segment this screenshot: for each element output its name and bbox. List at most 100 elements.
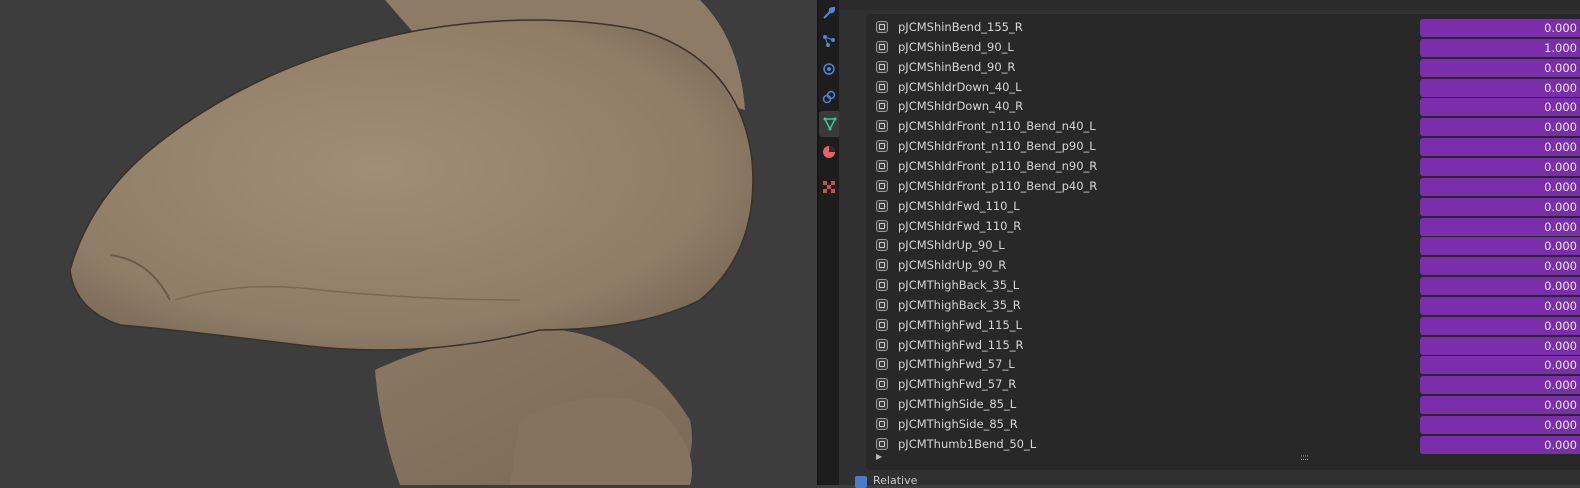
list-resize-grip[interactable]: :::: [1300, 453, 1309, 463]
shape-key-value-slider[interactable]: 0.000 [1420, 217, 1580, 236]
shape-key-value: 0.000 [1544, 358, 1577, 373]
shape-key-row[interactable]: pJCMShldrFront_n110_Bend_n40_L 0.000 [866, 117, 1580, 137]
shape-key-name: pJCMShldrFwd_110_R [898, 218, 1022, 233]
shape-key-value-slider[interactable]: 0.000 [1420, 19, 1580, 37]
3d-viewport[interactable] [0, 0, 817, 485]
shape-key-row[interactable]: pJCMShldrDown_40_R 0.000 [866, 97, 1580, 117]
shape-key-icon [876, 120, 888, 133]
shape-keys-list[interactable]: pJCMShinBend_155_R 0.000 pJCMShinBend_90_L… [866, 14, 1580, 470]
shape-key-value: 0.000 [1544, 140, 1577, 155]
shape-key-value-slider[interactable]: 0.000 [1420, 396, 1580, 415]
shape-key-value: 0.000 [1544, 179, 1577, 194]
shape-key-row[interactable]: pJCMShinBend_155_R 0.000 [866, 18, 1580, 38]
shape-key-row[interactable]: pJCMShldrFwd_110_R 0.000 [866, 217, 1580, 237]
shape-key-name: pJCMShldrUp_90_L [898, 238, 1005, 253]
shape-key-name: pJCMShinBend_90_L [898, 39, 1014, 54]
shape-key-icon [876, 318, 888, 331]
shape-key-value-slider[interactable]: 0.000 [1420, 138, 1580, 157]
shape-key-value: 0.000 [1544, 338, 1577, 353]
shape-key-row[interactable]: pJCMThighSide_85_R 0.000 [866, 415, 1580, 435]
shape-key-value-slider[interactable]: 0.000 [1420, 336, 1580, 355]
shape-key-value-slider[interactable]: 0.000 [1420, 237, 1580, 256]
shape-key-row[interactable]: pJCMThighBack_35_L 0.000 [866, 276, 1580, 296]
shape-key-name: pJCMShldrDown_40_R [898, 99, 1024, 114]
shape-key-value: 0.000 [1544, 239, 1577, 254]
shape-key-row[interactable]: pJCMThighBack_35_R 0.000 [866, 296, 1580, 316]
shape-key-value-slider[interactable]: 0.000 [1420, 435, 1580, 454]
shape-key-value: 0.000 [1544, 100, 1577, 115]
shape-key-row[interactable]: pJCMShinBend_90_L 1.000 [866, 38, 1580, 58]
shape-key-value: 0.000 [1544, 398, 1577, 413]
tab-physics[interactable] [819, 56, 839, 82]
shape-key-value-slider[interactable]: 0.000 [1420, 118, 1580, 137]
shape-key-row[interactable]: pJCMShldrFront_p110_Bend_n90_R 0.000 [866, 157, 1580, 177]
shape-key-name: pJCMShldrFront_p110_Bend_n90_R [898, 158, 1098, 173]
shape-key-name: pJCMShldrFront_n110_Bend_n40_L [898, 119, 1096, 134]
shape-key-row[interactable]: pJCMShinBend_90_R 0.000 [866, 58, 1580, 78]
tab-constraints[interactable] [819, 84, 839, 110]
shape-key-name: pJCMShldrFront_n110_Bend_p90_L [898, 139, 1096, 154]
tab-modifiers[interactable] [819, 0, 839, 26]
shape-key-value-slider[interactable]: 0.000 [1420, 78, 1580, 97]
shape-key-value-slider[interactable]: 0.000 [1420, 197, 1580, 216]
shape-key-row[interactable]: pJCMShldrUp_90_R 0.000 [866, 256, 1580, 276]
shape-key-icon [876, 179, 888, 192]
shape-key-icon [876, 219, 888, 232]
shape-key-value-slider[interactable]: 0.000 [1420, 416, 1580, 434]
shape-key-name: pJCMThighFwd_57_R [898, 377, 1017, 392]
shape-key-value-slider[interactable]: 1.000 [1420, 38, 1580, 57]
particles-icon [823, 35, 835, 47]
physics-icon [823, 63, 835, 75]
shape-key-row[interactable]: pJCMThighSide_85_L 0.000 [866, 395, 1580, 415]
shape-key-icon [876, 418, 888, 430]
shape-key-row[interactable]: pJCMThighFwd_57_R 0.000 [866, 375, 1580, 395]
shape-key-value: 0.000 [1544, 318, 1577, 333]
tab-particles[interactable] [819, 28, 839, 54]
shape-key-value-slider[interactable]: 0.000 [1420, 157, 1580, 176]
shape-key-row[interactable]: pJCMShldrFwd_110_L 0.000 [866, 197, 1580, 217]
tab-material[interactable] [819, 139, 839, 165]
shape-key-icon [876, 60, 888, 73]
shape-key-value: 0.000 [1544, 219, 1577, 234]
shape-key-icon [876, 378, 888, 391]
shape-key-icon [876, 298, 888, 311]
panel-header-strip [839, 0, 1580, 10]
tab-texture[interactable] [819, 174, 839, 200]
shape-key-value-slider[interactable]: 0.000 [1420, 376, 1580, 395]
shape-key-value: 0.000 [1544, 199, 1577, 214]
shape-key-value-slider[interactable]: 0.000 [1420, 98, 1580, 117]
shape-key-value: 0.000 [1544, 159, 1577, 174]
shape-key-value-slider[interactable]: 0.000 [1420, 58, 1580, 77]
shape-key-row[interactable]: pJCMThighFwd_115_L 0.000 [866, 316, 1580, 336]
constraints-icon [822, 90, 836, 104]
shape-key-name: pJCMShldrFront_p110_Bend_p40_R [898, 178, 1098, 193]
shape-key-row[interactable]: pJCMShldrFront_n110_Bend_p90_L 0.000 [866, 137, 1580, 157]
shape-key-row[interactable]: pJCMThighFwd_115_R 0.000 [866, 336, 1580, 356]
shape-key-value: 0.000 [1544, 120, 1577, 135]
shape-key-value: 1.000 [1544, 40, 1577, 55]
tab-object-data[interactable] [819, 111, 841, 137]
shape-key-value: 0.000 [1544, 80, 1577, 95]
shape-key-name: pJCMShinBend_155_R [898, 20, 1023, 34]
shape-key-icon [876, 437, 888, 450]
texture-icon [823, 181, 835, 193]
shape-key-value-slider[interactable]: 0.000 [1420, 277, 1580, 296]
shape-key-row[interactable]: pJCMShldrDown_40_L 0.000 [866, 78, 1580, 98]
shape-key-row[interactable]: pJCMThumb1Bend_50_L 0.000 [866, 435, 1580, 455]
shape-key-row[interactable]: pJCMShldrUp_90_L 0.000 [866, 236, 1580, 256]
shape-key-row[interactable]: pJCMShldrFront_p110_Bend_p40_R 0.000 [866, 177, 1580, 197]
relative-checkbox[interactable] [855, 476, 867, 488]
shape-key-value-slider[interactable]: 0.000 [1420, 356, 1580, 375]
material-icon [823, 146, 835, 158]
shape-key-value-slider[interactable]: 0.000 [1420, 177, 1580, 196]
shape-key-name: pJCMShldrFwd_110_L [898, 198, 1020, 213]
shape-key-value-slider[interactable]: 0.000 [1420, 316, 1580, 335]
expand-arrow-icon[interactable]: ▶ [876, 452, 882, 461]
properties-editor: pJCMShinBend_155_R 0.000 pJCMShinBend_90_L… [839, 0, 1580, 488]
shape-key-name: pJCMShldrDown_40_L [898, 79, 1022, 94]
shape-key-value-slider[interactable]: 0.000 [1420, 257, 1580, 276]
shape-key-value-slider[interactable]: 0.000 [1420, 296, 1580, 315]
shape-key-row[interactable]: pJCMThighFwd_57_L 0.000 [866, 355, 1580, 375]
shape-key-name: pJCMShldrUp_90_R [898, 258, 1007, 273]
shape-key-name: pJCMThighBack_35_R [898, 297, 1021, 312]
